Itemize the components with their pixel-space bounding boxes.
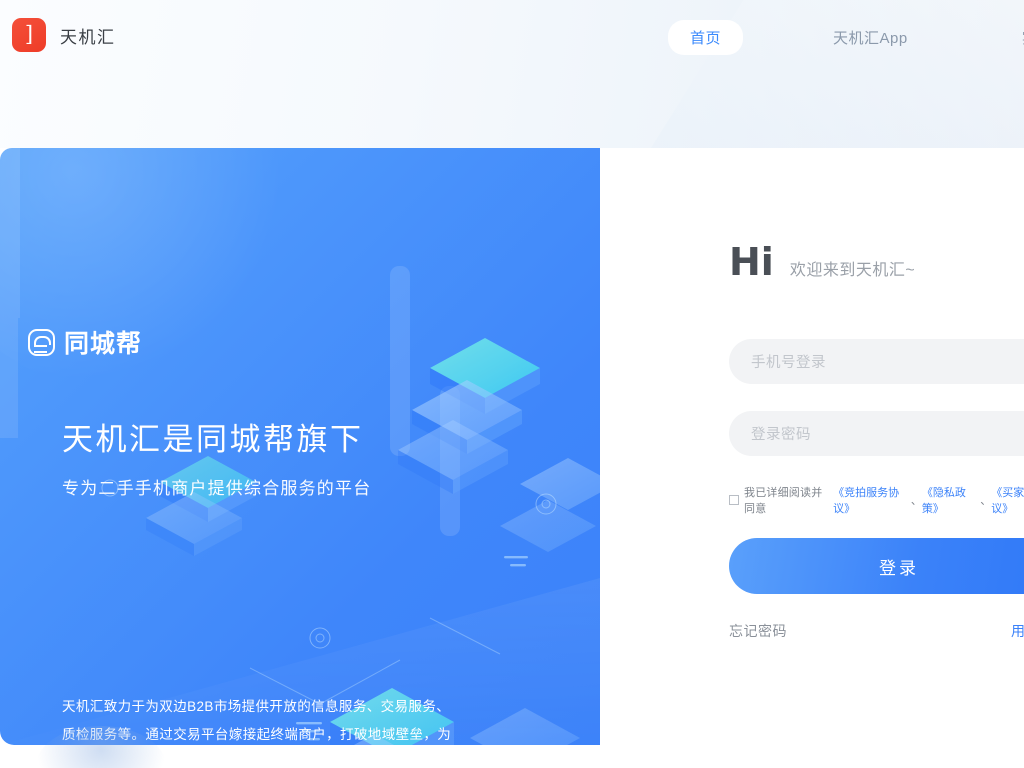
greeting-subtitle: 欢迎来到天机汇~	[789, 262, 916, 279]
tongchengbang-logo-icon	[28, 328, 55, 356]
password-input-placeholder: 登录密码	[751, 427, 811, 443]
nav-item-realtime-bidding[interactable]: 实时竞价	[1000, 20, 1024, 55]
agreement-separator: 、	[980, 495, 992, 507]
brand[interactable]: ] 天机汇	[12, 18, 116, 52]
login-form: Hi 欢迎来到天机汇~ 手机号登录 登录密码 我已详细阅读并同意 《竞拍服务协议…	[729, 240, 1024, 641]
agreement-link-buyer[interactable]: 《买家服务协议》	[991, 484, 1024, 516]
login-page: ] 天机汇 首页 天机汇App 实时竞价	[0, 0, 1024, 768]
brand-logo-icon: ]	[12, 18, 46, 52]
greeting-hi: Hi	[729, 240, 774, 284]
agreement-link-privacy[interactable]: 《隐私政策》	[922, 484, 980, 516]
phone-input-placeholder: 手机号登录	[751, 355, 826, 371]
greeting-row: Hi 欢迎来到天机汇~	[729, 240, 1024, 284]
nav-item-home[interactable]: 首页	[668, 20, 744, 55]
main-nav: 首页 天机汇App 实时竞价	[668, 20, 1024, 55]
agreement-row: 我已详细阅读并同意 《竞拍服务协议》 、 《隐私政策》 、 《买家服务协议》	[729, 484, 1024, 516]
agreement-separator: 、	[910, 495, 922, 507]
tongchengbang-logo: 同城帮	[28, 324, 142, 360]
promo-headline: 天机汇是同城帮旗下	[62, 422, 364, 457]
site-header: ] 天机汇 首页 天机汇App 实时竞价	[0, 0, 1024, 148]
brand-name: 天机汇	[60, 27, 116, 47]
tongchengbang-logo-text: 同城帮	[64, 329, 143, 358]
forgot-password-link[interactable]: 忘记密码	[729, 621, 787, 641]
agreement-prefix: 我已详细阅读并同意	[744, 487, 823, 515]
promo-subheadline: 专为二手手机商户提供综合服务的平台	[62, 479, 372, 498]
password-input[interactable]: 登录密码	[729, 411, 1024, 456]
phone-input[interactable]: 手机号登录	[729, 339, 1024, 384]
promo-panel: 同城帮 天机汇是同城帮旗下 专为二手手机商户提供综合服务的平台 天机汇致力于为双…	[0, 148, 600, 745]
agreement-checkbox[interactable]	[729, 495, 739, 505]
agreement-link-auction[interactable]: 《竞拍服务协议》	[833, 484, 911, 516]
nav-item-app[interactable]: 天机汇App	[811, 20, 930, 55]
login-submit-button[interactable]: 登录	[729, 538, 1024, 594]
form-links-row: 忘记密码 用户注册	[729, 621, 1024, 641]
register-link[interactable]: 用户注册	[1011, 621, 1024, 641]
